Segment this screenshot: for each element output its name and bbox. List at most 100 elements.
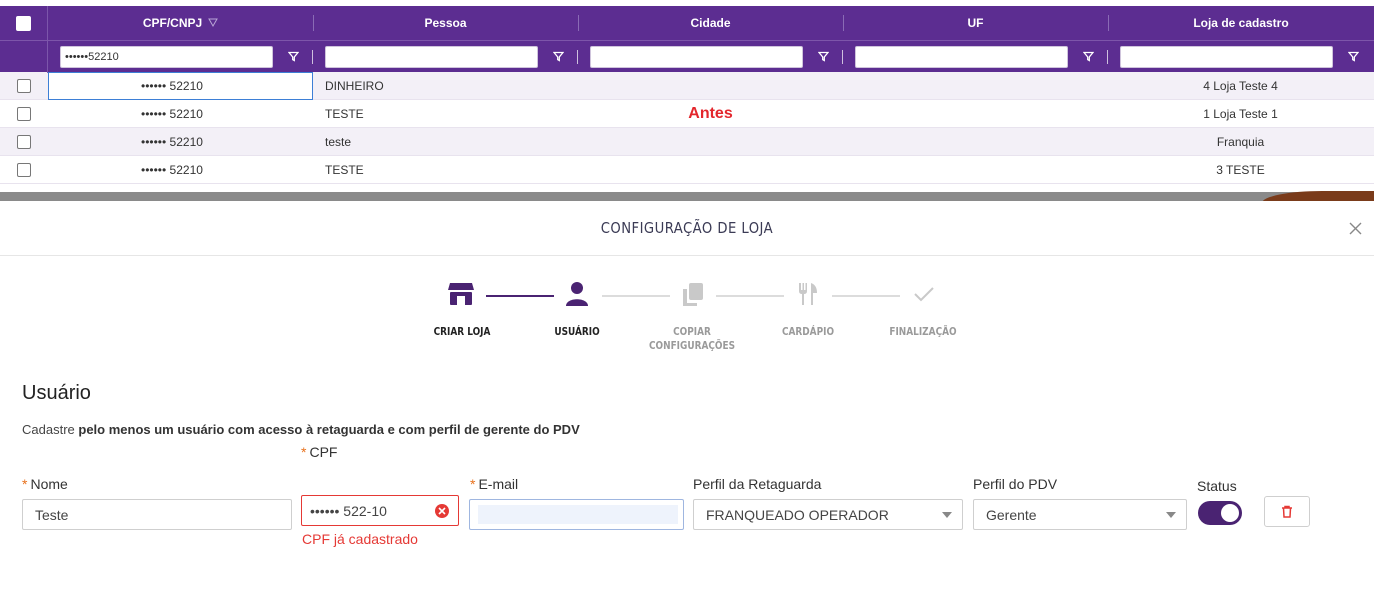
filter-funnel-icon[interactable] bbox=[815, 49, 831, 65]
cell-loja[interactable]: 3 TESTE bbox=[1108, 156, 1373, 184]
close-icon[interactable] bbox=[1344, 217, 1366, 239]
cell-pessoa[interactable]: TESTE bbox=[313, 100, 578, 128]
chevron-down-icon bbox=[1166, 512, 1176, 518]
table-row[interactable]: •••••• 52210 TESTE Antes 1 Loja Teste 1 bbox=[0, 100, 1374, 128]
nome-field[interactable]: Teste bbox=[22, 499, 292, 530]
cell-loja[interactable]: Franquia bbox=[1108, 128, 1373, 156]
filter-funnel-icon[interactable] bbox=[1345, 49, 1361, 65]
cell-uf[interactable] bbox=[843, 156, 1108, 184]
user-icon[interactable] bbox=[562, 279, 592, 309]
row-checkbox[interactable] bbox=[17, 162, 31, 177]
row-checkbox[interactable] bbox=[17, 106, 31, 121]
store-icon[interactable] bbox=[446, 279, 476, 309]
step-label-criar-loja[interactable]: CRIAR LOJA bbox=[428, 325, 496, 339]
filter-row-spacer bbox=[0, 40, 48, 73]
cell-loja[interactable]: 4 Loja Teste 4 bbox=[1108, 72, 1373, 100]
cell-uf[interactable] bbox=[843, 100, 1108, 128]
grid-filter-row: ••••••52210 bbox=[0, 40, 1374, 73]
step-connector bbox=[832, 295, 900, 297]
filter-input-cpf-value: ••••••52210 bbox=[65, 50, 119, 63]
cell-cpf[interactable]: •••••• 52210 bbox=[48, 128, 313, 156]
table-row[interactable]: •••••• 52210 teste Franquia bbox=[0, 128, 1374, 156]
table-row[interactable]: •••••• 52210 DINHEIRO 4 Loja Teste 4 bbox=[0, 71, 1374, 100]
cell-pessoa[interactable]: teste bbox=[313, 128, 578, 156]
cell-cpf[interactable]: •••••• 52210 bbox=[48, 100, 313, 128]
annotation-antes: Antes bbox=[688, 104, 733, 122]
filter-input-cidade[interactable] bbox=[590, 45, 803, 68]
perfil-pdv-label: Perfil do PDV bbox=[973, 476, 1058, 492]
cpf-field-value: •••••• 522-10 bbox=[310, 502, 387, 519]
cell-cpf[interactable]: •••••• 52210 bbox=[48, 156, 313, 184]
table-row[interactable]: •••••• 52210 TESTE 3 TESTE bbox=[0, 156, 1374, 184]
email-field[interactable] bbox=[469, 499, 684, 530]
step-connector bbox=[486, 295, 554, 297]
section-desc-prefix: Cadastre bbox=[22, 422, 79, 437]
cell-cidade[interactable]: Antes bbox=[578, 100, 843, 128]
chevron-down-icon bbox=[942, 512, 952, 518]
clear-error-icon[interactable] bbox=[435, 504, 449, 518]
cell-cpf[interactable]: •••••• 52210 bbox=[48, 71, 313, 100]
nome-label-text: Nome bbox=[30, 476, 68, 492]
filter-input-loja[interactable] bbox=[1120, 45, 1333, 68]
wizard-stepper: CRIAR LOJA USUÁRIO COPIAR CONFIGURAÇÕES … bbox=[0, 279, 1374, 359]
row-checkbox[interactable] bbox=[17, 78, 31, 93]
select-all-cell bbox=[0, 6, 48, 40]
copy-icon[interactable] bbox=[678, 279, 708, 309]
nome-label: * Nome bbox=[22, 476, 68, 492]
delete-user-button[interactable] bbox=[1264, 496, 1310, 527]
step-connector bbox=[602, 295, 670, 297]
filter-funnel-icon[interactable] bbox=[1080, 49, 1096, 65]
column-header-cidade[interactable]: Cidade bbox=[578, 6, 843, 40]
modal-header: CONFIGURAÇÃO DE LOJA bbox=[0, 201, 1374, 256]
trash-icon bbox=[1282, 505, 1292, 518]
step-label-copiar[interactable]: COPIAR CONFIGURAÇÕES bbox=[645, 325, 739, 353]
check-icon[interactable] bbox=[909, 279, 939, 309]
cell-loja[interactable]: 1 Loja Teste 1 bbox=[1108, 100, 1373, 128]
column-header-cpf[interactable]: CPF/CNPJ bbox=[48, 6, 313, 40]
cell-pessoa[interactable]: TESTE bbox=[313, 156, 578, 184]
column-header-uf[interactable]: UF bbox=[843, 6, 1108, 40]
step-label-finalizacao[interactable]: FINALIZAÇÃO bbox=[885, 325, 962, 339]
column-header-loja-label: Loja de cadastro bbox=[1193, 16, 1289, 30]
filter-funnel-icon[interactable] bbox=[285, 49, 301, 65]
store-config-modal: CONFIGURAÇÃO DE LOJA CRIAR LOJA USUÁRIO … bbox=[0, 201, 1374, 596]
cutlery-icon[interactable] bbox=[793, 279, 823, 309]
filter-input-uf[interactable] bbox=[855, 45, 1068, 68]
modal-title: CONFIGURAÇÃO DE LOJA bbox=[600, 219, 774, 237]
perfil-retaguarda-select[interactable]: FRANQUEADO OPERADOR bbox=[693, 499, 963, 530]
column-header-uf-label: UF bbox=[967, 16, 984, 30]
cell-pessoa[interactable]: DINHEIRO bbox=[313, 72, 578, 100]
email-label-text: E-mail bbox=[478, 476, 519, 492]
perfil-retaguarda-label: Perfil da Retaguarda bbox=[693, 476, 822, 492]
grid-scrollbar[interactable] bbox=[0, 192, 1374, 201]
required-marker: * bbox=[301, 444, 307, 460]
perfil-pdv-select[interactable]: Gerente bbox=[973, 499, 1187, 530]
row-checkbox-cell bbox=[0, 72, 48, 100]
filter-input-pessoa[interactable] bbox=[325, 45, 538, 68]
cell-cidade[interactable] bbox=[578, 72, 843, 100]
select-all-checkbox[interactable] bbox=[16, 15, 31, 31]
step-label-cardapio[interactable]: CARDÁPIO bbox=[774, 325, 842, 339]
row-checkbox-cell bbox=[0, 100, 48, 128]
column-header-loja[interactable]: Loja de cadastro bbox=[1108, 6, 1374, 40]
filter-cell-pessoa bbox=[313, 41, 578, 73]
section-description: Cadastre pelo menos um usuário com acess… bbox=[22, 422, 580, 437]
cell-uf[interactable] bbox=[843, 72, 1108, 100]
step-label-usuario[interactable]: USUÁRIO bbox=[543, 325, 611, 339]
sort-filter-icon[interactable] bbox=[208, 18, 219, 28]
filter-funnel-icon[interactable] bbox=[550, 49, 566, 65]
filter-cell-cidade bbox=[578, 41, 843, 73]
nome-field-value: Teste bbox=[35, 506, 69, 523]
status-toggle[interactable] bbox=[1198, 501, 1242, 525]
section-title: Usuário bbox=[22, 382, 91, 404]
cpf-label-text: CPF bbox=[309, 444, 338, 460]
column-header-pessoa-label: Pessoa bbox=[424, 16, 467, 30]
cell-cidade[interactable] bbox=[578, 156, 843, 184]
cell-uf[interactable] bbox=[843, 128, 1108, 156]
cpf-field[interactable]: •••••• 522-10 bbox=[301, 495, 459, 526]
column-header-pessoa[interactable]: Pessoa bbox=[313, 6, 578, 40]
cell-cidade[interactable] bbox=[578, 128, 843, 156]
filter-input-cpf[interactable]: ••••••52210 bbox=[60, 45, 273, 68]
row-checkbox[interactable] bbox=[17, 134, 31, 149]
toggle-knob bbox=[1221, 504, 1239, 522]
